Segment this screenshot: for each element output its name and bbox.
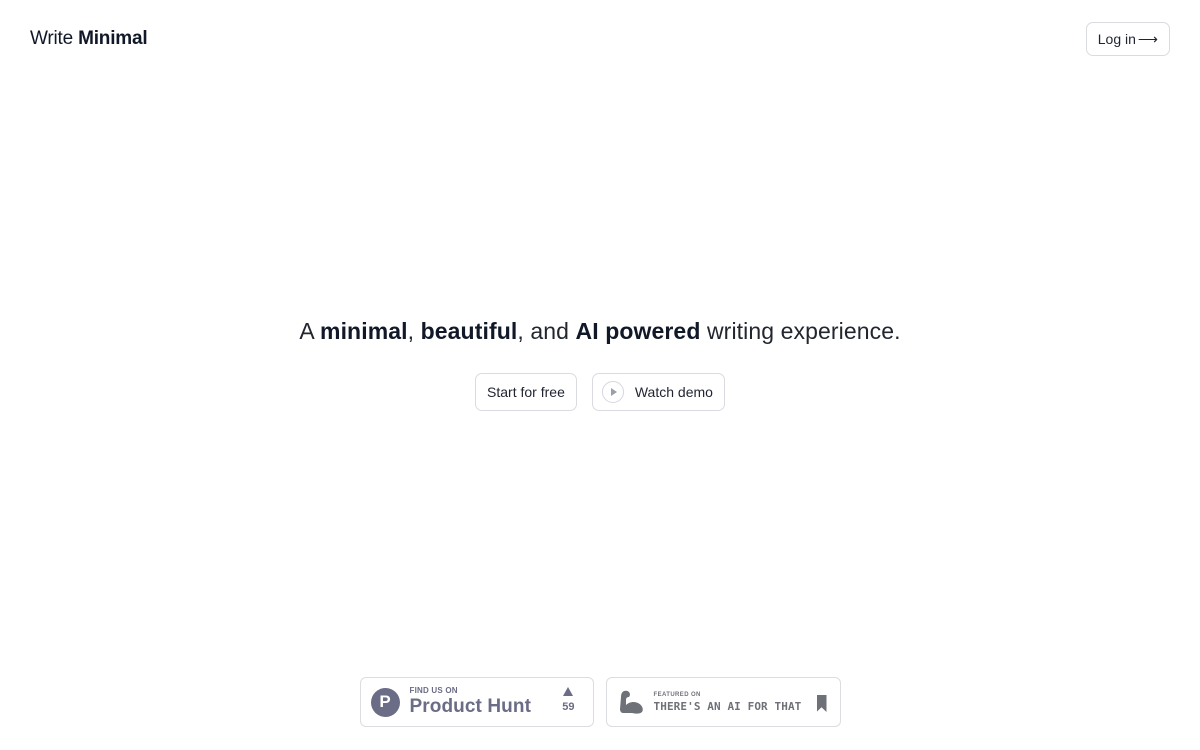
- logo[interactable]: Write Minimal: [30, 28, 148, 50]
- product-hunt-text: FIND US ON Product Hunt: [410, 686, 532, 718]
- start-for-free-button[interactable]: Start for free: [475, 373, 577, 411]
- aift-small-label: FEATURED ON: [653, 691, 701, 698]
- theres-an-ai-for-that-badge[interactable]: FEATURED ON THERE'S AN AI FOR THAT: [605, 677, 841, 727]
- cta-row: Start for free Watch demo: [0, 373, 1200, 411]
- headline-part: writing experience.: [700, 318, 901, 344]
- logo-text-bold: Minimal: [78, 28, 148, 49]
- header: Write Minimal Log in ⟶: [0, 0, 1200, 78]
- aift-name: THERE'S AN AI FOR THAT: [653, 699, 802, 713]
- watch-demo-button[interactable]: Watch demo: [591, 373, 725, 411]
- badges-row: P FIND US ON Product Hunt 59 FEATURED ON…: [0, 677, 1200, 727]
- upvote-triangle-icon: [563, 687, 574, 696]
- headline-emphasis-minimal: minimal: [320, 318, 408, 344]
- start-label: Start for free: [487, 384, 565, 400]
- arrow-right-icon: ⟶: [1137, 30, 1158, 47]
- headline-part: ,: [407, 318, 421, 344]
- headline: A minimal, beautiful, and AI powered wri…: [0, 318, 1200, 345]
- logo-text-light: Write: [30, 28, 79, 49]
- upvote-count: 59: [562, 687, 575, 713]
- product-hunt-badge[interactable]: P FIND US ON Product Hunt 59: [359, 677, 594, 727]
- hero: A minimal, beautiful, and AI powered wri…: [0, 318, 1200, 345]
- login-button[interactable]: Log in ⟶: [1085, 22, 1170, 56]
- product-hunt-logo-icon: P: [370, 687, 400, 717]
- product-hunt-small-label: FIND US ON: [409, 686, 458, 695]
- headline-part: , and: [517, 318, 576, 344]
- play-icon: [601, 381, 624, 403]
- aift-text: FEATURED ON THERE'S AN AI FOR THAT: [654, 692, 802, 713]
- bookmark-icon: [816, 695, 827, 712]
- flexed-arm-icon: [619, 690, 643, 714]
- demo-label: Watch demo: [634, 384, 713, 400]
- login-label: Log in: [1097, 31, 1136, 47]
- headline-emphasis-ai-powered: AI powered: [575, 318, 701, 344]
- headline-emphasis-beautiful: beautiful: [420, 318, 518, 344]
- product-hunt-name: Product Hunt: [409, 696, 532, 717]
- headline-part: A: [299, 318, 321, 344]
- vote-count: 59: [562, 701, 575, 713]
